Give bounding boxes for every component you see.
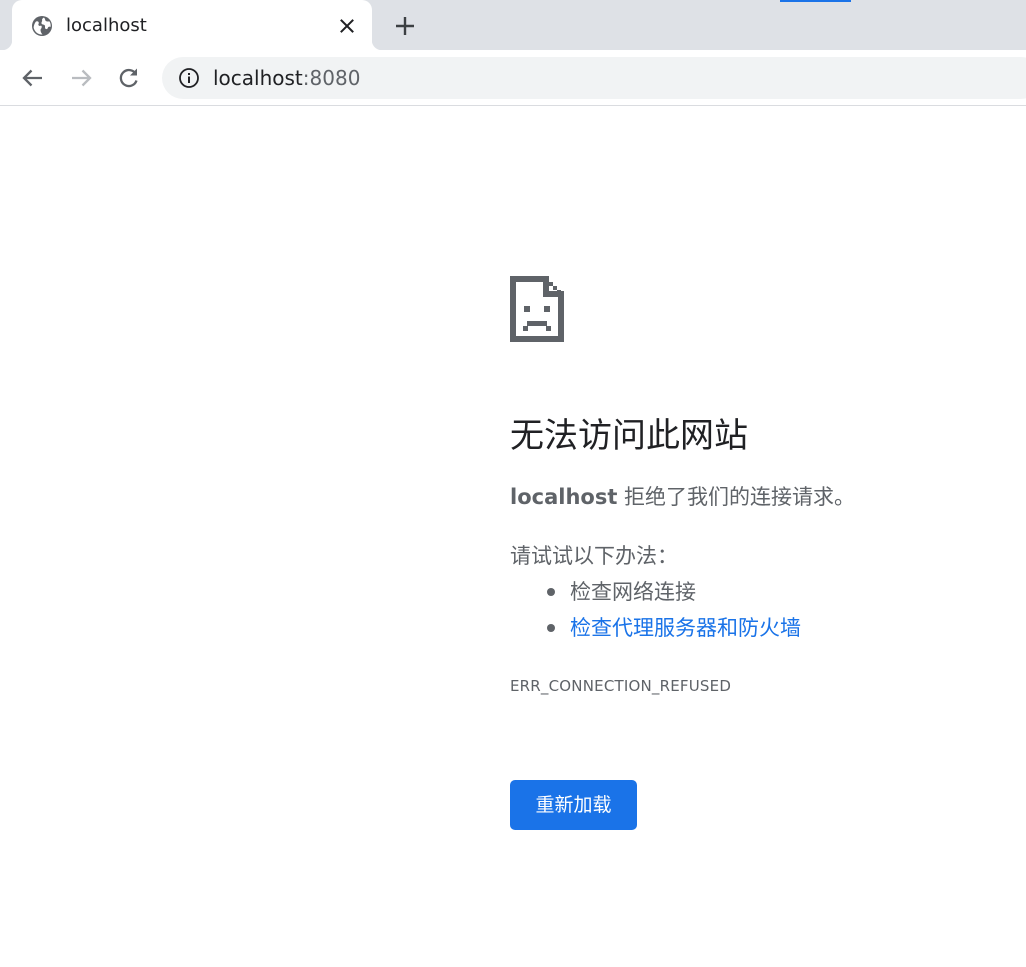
tab-localhost[interactable]: localhost [2, 0, 382, 50]
summary-host: localhost [510, 485, 618, 509]
close-icon[interactable] [336, 15, 358, 37]
reload-icon[interactable] [116, 65, 142, 91]
bullet [547, 624, 555, 632]
tab-title: localhost [66, 15, 147, 36]
error-code: ERR_CONNECTION_REFUSED [510, 677, 732, 695]
arrow-left-icon[interactable] [20, 65, 46, 91]
error-summary: localhost 拒绝了我们的连接请求。 [510, 482, 855, 512]
url-host: localhost [213, 66, 303, 90]
check-proxy-firewall-link[interactable]: 检查代理服务器和防火墙 [570, 616, 801, 640]
arrow-right-icon[interactable] [68, 65, 94, 91]
tab-strip-accent-bar [780, 0, 851, 2]
summary-text: 拒绝了我们的连接请求。 [617, 485, 856, 509]
globe-icon [32, 16, 52, 36]
suggestions-list: 检查网络连接 检查代理服务器和防火墙 [510, 576, 801, 648]
browser-toolbar: localhost:8080 [0, 50, 1026, 106]
tab-strip: localhost [0, 0, 1026, 50]
page-title: 无法访问此网站 [510, 416, 748, 456]
suggestion-check-proxy-firewall: 检查代理服务器和防火墙 [510, 612, 801, 648]
info-icon[interactable] [178, 67, 200, 89]
reload-button[interactable]: 重新加载 [510, 780, 637, 830]
suggestions-title: 请试试以下办法： [510, 544, 678, 568]
url-text[interactable]: localhost:8080 [213, 65, 360, 91]
suggestion-check-network: 检查网络连接 [510, 576, 801, 612]
url-port: :8080 [302, 66, 361, 90]
suggestion-text: 检查网络连接 [570, 580, 696, 604]
plus-icon[interactable] [393, 14, 417, 38]
address-bar[interactable]: localhost:8080 [162, 57, 1026, 99]
sad-page-icon [510, 276, 564, 342]
bullet [547, 588, 555, 596]
